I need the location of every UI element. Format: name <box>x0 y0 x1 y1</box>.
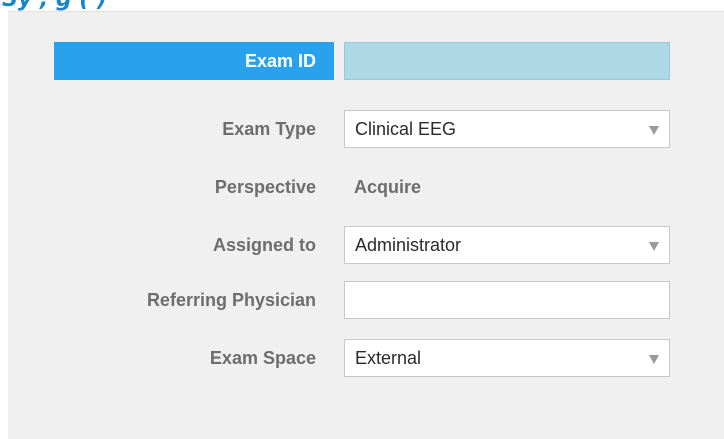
exam-id-label: Exam ID <box>54 42 334 80</box>
referring-physician-label: Referring Physician <box>146 290 316 310</box>
assigned-to-row: Assigned to Administrator <box>8 226 724 264</box>
assigned-to-dropdown[interactable]: Administrator <box>344 226 670 264</box>
exam-space-row: Exam Space External <box>8 339 724 377</box>
chevron-down-icon <box>649 126 659 135</box>
chevron-down-icon <box>649 242 659 251</box>
exam-space-value: External <box>355 348 422 368</box>
exam-type-dropdown[interactable]: Clinical EEG <box>344 110 670 148</box>
exam-id-row: Exam ID <box>8 42 724 80</box>
assigned-to-label: Assigned to <box>212 235 316 255</box>
exam-details-panel: Exam ID Exam Type Clinical EEG Perspecti… <box>8 11 724 439</box>
exam-space-label: Exam Space <box>209 348 316 368</box>
assigned-to-value: Administrator <box>355 235 462 255</box>
exam-type-value: Clinical EEG <box>355 119 457 139</box>
referring-physician-input[interactable] <box>344 281 670 319</box>
perspective-row: Perspective Acquire <box>8 168 724 206</box>
exam-type-row: Exam Type Clinical EEG <box>8 110 724 148</box>
perspective-value: Acquire <box>354 177 422 197</box>
perspective-label: Perspective <box>214 177 316 197</box>
exam-id-input[interactable] <box>344 42 670 80</box>
exam-space-dropdown[interactable]: External <box>344 339 670 377</box>
exam-type-label: Exam Type <box>222 119 316 139</box>
chevron-down-icon <box>649 355 659 364</box>
referring-physician-row: Referring Physician <box>8 281 724 319</box>
